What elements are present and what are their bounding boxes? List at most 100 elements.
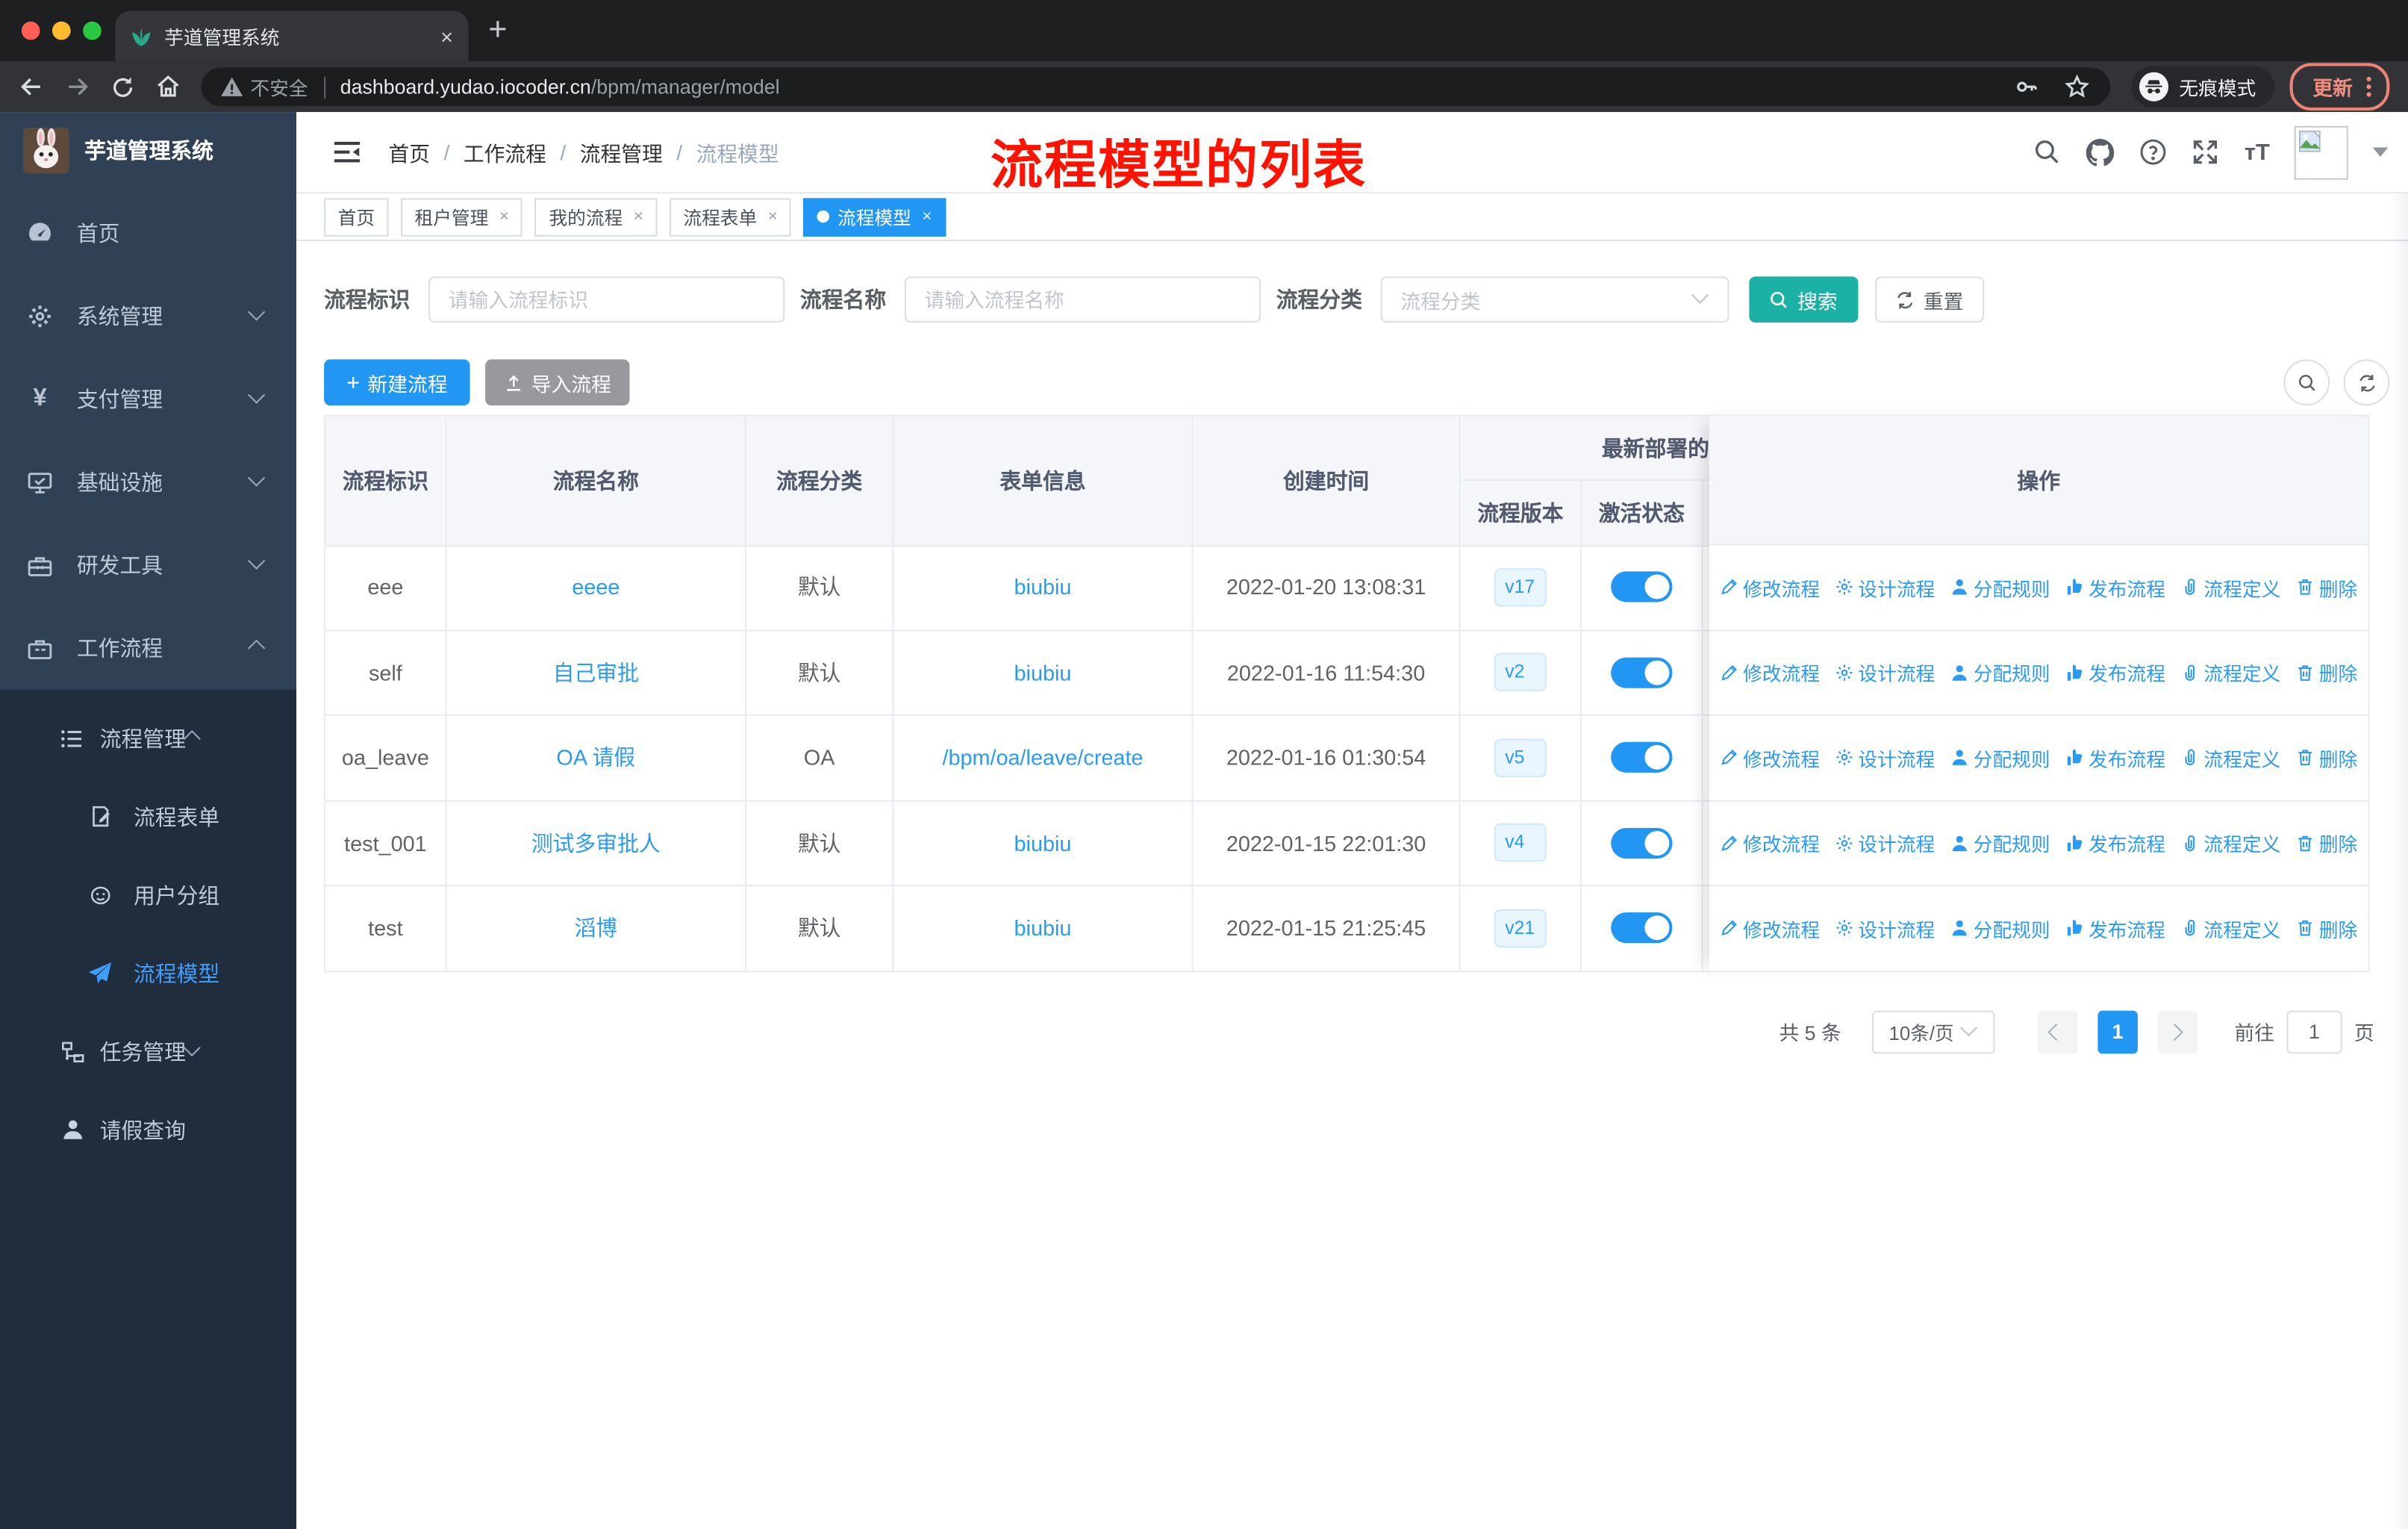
new-tab-button[interactable]: + [488,12,507,49]
active-toggle[interactable] [1611,571,1673,603]
process-name-link[interactable]: 测试多审批人 [531,827,661,858]
tag-close-icon[interactable]: × [634,208,643,226]
active-toggle[interactable] [1611,912,1673,944]
sidebar-item-process-mgmt[interactable]: 流程管理 [0,699,296,777]
caret-down-icon[interactable] [2372,147,2389,157]
version-badge[interactable]: v2 [1494,653,1547,692]
sidebar-item-home[interactable]: 首页 [0,192,296,275]
home-icon[interactable] [155,74,181,100]
prev-page-button[interactable] [2038,1009,2078,1053]
form-info-link[interactable]: biubiu [1014,575,1072,600]
process-name-link[interactable]: 滔博 [574,913,617,944]
version-badge[interactable]: v4 [1494,823,1547,862]
version-badge[interactable]: v17 [1494,567,1547,607]
help-icon[interactable] [2140,138,2168,166]
publish-process-link[interactable]: 发布流程 [2065,573,2165,602]
design-process-link[interactable]: 设计流程 [1835,828,1935,857]
design-process-link[interactable]: 设计流程 [1835,573,1935,602]
process-name-input[interactable] [904,276,1261,323]
assign-rule-link[interactable]: 分配规则 [1950,828,2050,857]
delete-process-link[interactable]: 删除 [2296,914,2357,943]
design-process-link[interactable]: 设计流程 [1835,914,1935,943]
delete-process-link[interactable]: 删除 [2296,573,2357,602]
sidebar-item-process-model[interactable]: 流程模型 [0,934,296,1012]
tag-process-model[interactable]: 流程模型 × [803,197,946,236]
import-process-button[interactable]: 导入流程 [485,359,630,406]
refresh-table-button[interactable] [2343,359,2390,406]
process-definition-link[interactable]: 流程定义 [2181,573,2280,602]
process-category-select[interactable]: 流程分类 [1380,276,1729,323]
process-definition-link[interactable]: 流程定义 [2181,743,2280,772]
show-search-button[interactable] [2283,359,2330,406]
browser-tab[interactable]: 芋道管理系统 × [115,10,469,62]
bookmark-star-icon[interactable] [2064,74,2090,100]
search-icon[interactable] [2034,138,2062,166]
breadcrumb-home[interactable]: 首页 [389,137,431,167]
publish-process-link[interactable]: 发布流程 [2065,743,2165,772]
tag-my-process[interactable]: 我的流程 × [534,197,658,236]
fullscreen-icon[interactable] [2192,138,2220,166]
delete-process-link[interactable]: 删除 [2296,743,2357,772]
font-size-icon[interactable]: тT [2245,139,2270,165]
tag-tenant[interactable]: 租户管理 × [401,197,523,236]
form-info-link[interactable]: biubiu [1014,916,1072,941]
sidebar-item-task-mgmt[interactable]: 任务管理 [0,1012,296,1091]
search-button[interactable]: 搜索 [1749,276,1859,323]
sidebar-item-process-form[interactable]: 流程表单 [0,777,296,856]
form-info-link[interactable]: biubiu [1014,660,1072,685]
tag-close-icon[interactable]: × [768,208,778,226]
process-definition-link[interactable]: 流程定义 [2181,828,2280,857]
process-key-input[interactable] [428,276,785,323]
sidebar-item-workflow[interactable]: 工作流程 [0,607,296,690]
sidebar-item-devtools[interactable]: 研发工具 [0,524,296,607]
not-secure-warning[interactable]: 不安全 [221,72,308,102]
sidebar-item-payment[interactable]: ¥ 支付管理 [0,358,296,440]
design-process-link[interactable]: 设计流程 [1835,743,1935,772]
process-name-link[interactable]: OA 请假 [556,742,635,773]
assign-rule-link[interactable]: 分配规则 [1950,743,2050,772]
back-icon[interactable] [19,74,45,100]
version-badge[interactable]: v21 [1494,909,1547,947]
publish-process-link[interactable]: 发布流程 [2065,658,2165,687]
page-number-1[interactable]: 1 [2097,1009,2138,1053]
edit-process-link[interactable]: 修改流程 [1720,743,1820,772]
create-process-button[interactable]: + 新建流程 [324,359,470,406]
reload-icon[interactable] [110,75,135,99]
tag-home[interactable]: 首页 [324,197,389,236]
window-controls[interactable] [21,21,102,40]
assign-rule-link[interactable]: 分配规则 [1950,573,2050,602]
breadcrumb-workflow[interactable]: 工作流程 [464,137,546,167]
key-icon[interactable] [2013,74,2039,100]
process-definition-link[interactable]: 流程定义 [2181,658,2280,687]
maximize-window-button[interactable] [83,21,102,40]
sidebar-item-system[interactable]: 系统管理 [0,275,296,358]
active-toggle[interactable] [1611,827,1673,859]
page-size-select[interactable]: 10条/页 [1871,1009,1995,1053]
edit-process-link[interactable]: 修改流程 [1720,828,1820,857]
process-definition-link[interactable]: 流程定义 [2181,914,2280,943]
next-page-button[interactable] [2157,1009,2198,1053]
tag-close-icon[interactable]: × [499,208,509,226]
assign-rule-link[interactable]: 分配规则 [1950,914,2050,943]
tab-close-icon[interactable]: × [440,25,453,47]
process-name-link[interactable]: 自己审批 [553,657,639,688]
github-icon[interactable] [2086,137,2115,166]
version-badge[interactable]: v5 [1494,738,1547,777]
forward-icon[interactable] [64,74,90,100]
breadcrumb-process-mgmt[interactable]: 流程管理 [580,137,663,167]
goto-page-input[interactable] [2286,1009,2342,1053]
sidebar-item-leave-query[interactable]: 请假查询 [0,1091,296,1169]
update-button[interactable]: 更新 [2289,63,2390,111]
sidebar-item-user-group[interactable]: 用户分组 [0,856,296,934]
publish-process-link[interactable]: 发布流程 [2065,914,2165,943]
form-info-link[interactable]: biubiu [1014,831,1072,856]
form-info-link[interactable]: /bpm/oa/leave/create [942,745,1143,770]
process-name-link[interactable]: eeee [572,575,620,600]
sidebar-item-infra[interactable]: 基础设施 [0,440,296,523]
tag-process-form[interactable]: 流程表单 × [669,197,792,236]
minimize-window-button[interactable] [52,21,71,40]
reset-button[interactable]: 重置 [1875,276,1985,323]
design-process-link[interactable]: 设计流程 [1835,658,1935,687]
close-window-button[interactable] [21,21,40,40]
delete-process-link[interactable]: 删除 [2296,828,2357,857]
